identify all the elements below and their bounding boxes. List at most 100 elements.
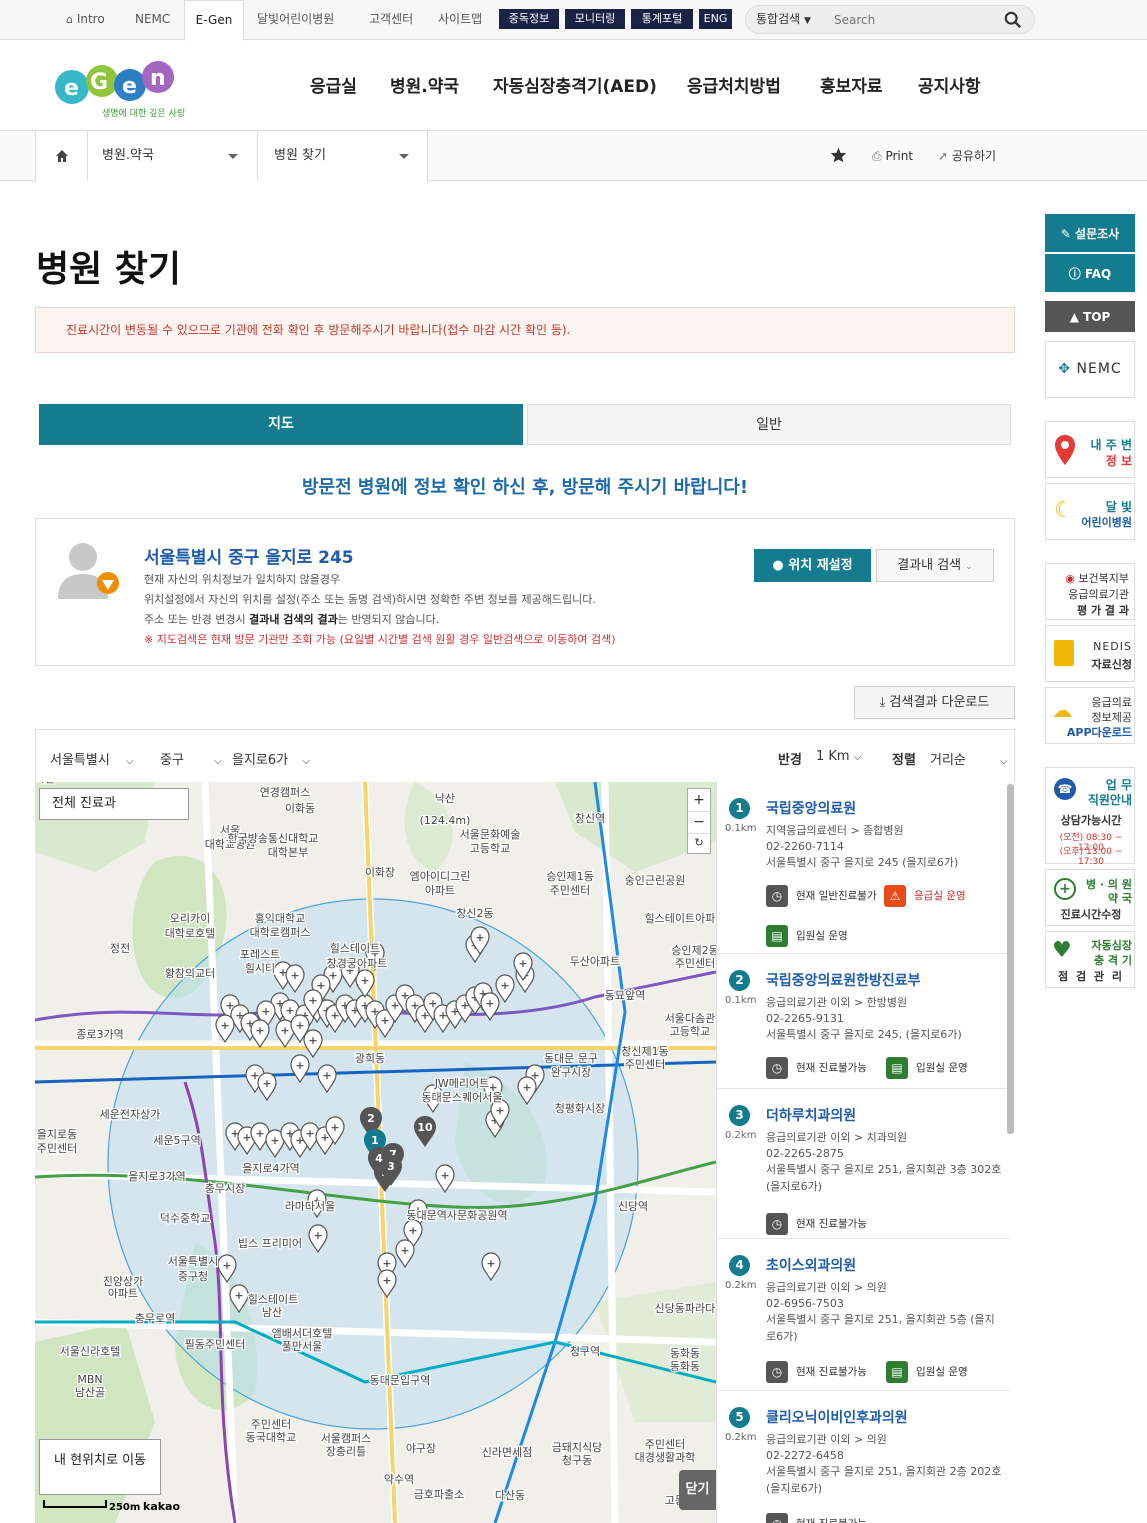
gnb-pr[interactable]: 홍보자료 [820,72,883,97]
sitemap-link[interactable]: 사이트맵 [438,0,482,40]
dong-select[interactable]: 을지로6가 ⌵ [232,749,310,768]
gugun-select[interactable]: 중구 ⌵ [160,749,222,768]
gnb-first-aid[interactable]: 응급처치방법 [687,72,781,97]
result-tel: 02-2265-9131 [766,1012,844,1025]
staff-contact-link[interactable]: ☎ 업 무 직원안내 상담가능시간 (오전) 08:30 ~ 12:00 (오후… [1045,767,1135,867]
map-place-label: 창신2동 [456,907,493,920]
gnb-notice[interactable]: 공지사항 [918,72,981,97]
svg-text:+: + [522,1081,531,1094]
moonlight-hospital-link[interactable]: ☾ 달 빛 어린이병원 [1045,483,1135,540]
result-type: 응급의료기관 이외 > 치과의원 [766,1131,908,1144]
monitoring-button[interactable]: 모니터링 [565,9,625,29]
nedis-request-link[interactable]: NEDIS 자료신청 [1045,625,1135,682]
result-number-badge: 1 [729,798,750,819]
gnb-aed[interactable]: 자동심장충격기(AED) [493,72,657,97]
svg-text:+: + [360,974,369,987]
gnb-hospital[interactable]: 병원.약국 [390,72,459,97]
nemc-link[interactable]: NEMC [135,0,170,40]
zoom-out-button[interactable]: − [688,811,710,833]
chevron-down-icon: ⌄ [965,562,973,572]
map-place-label: 숭인근린공원 [625,874,686,887]
kids-hospital-link[interactable]: 달빛어린이병원 [257,0,334,40]
top-button[interactable]: ▲ TOP [1045,301,1135,332]
clock-icon: ◷ [766,1513,788,1523]
download-results-button[interactable]: ⤓ 검색결과 다운로드 [854,686,1015,719]
results-scrollbar[interactable] [1007,784,1014,1134]
map-place-label: 중구청 [178,1270,208,1283]
result-item[interactable]: 4 0.2km 초이스외과의원 응급의료기관 이외 > 의원 02-6956-7503 서… [717,1239,1009,1391]
search-in-results-button[interactable]: 결과내 검색 ⌄ [876,549,994,582]
breadcrumb-home[interactable] [35,131,87,181]
reset-location-button[interactable]: ● 위치 재설정 [754,549,871,582]
search-input[interactable] [834,10,994,30]
map-place-label: 금호파출소 [414,1488,465,1501]
share-button[interactable]: ➚ 공유하기 [938,131,996,181]
gnb-er[interactable]: 응급실 [310,72,357,97]
favorite-star-icon[interactable] [830,147,847,163]
refresh-icon[interactable]: ↻ [688,833,710,853]
map-place-label: 신당역 [618,1200,648,1213]
svg-text:+: + [330,1121,339,1134]
result-item[interactable]: 5 0.2km 클리오닉이비인후과의원 응급의료기관 이외 > 의원 02-2272-6… [717,1391,1009,1523]
faq-button[interactable]: ⓘ FAQ [1045,254,1135,292]
svg-text:4: 4 [375,1152,383,1165]
breadcrumb-level2[interactable]: 병원 찾기 [257,131,428,181]
hours-edit-link[interactable]: + 병 · 의 원 약 국 진료시간수정 [1045,869,1135,926]
nearby-info-link[interactable]: 내 주 변 정 보 [1045,421,1135,478]
poison-info-button[interactable]: 중독정보 [499,9,559,29]
map-place-label: 동대문입구역 [370,1374,431,1387]
mohw-evaluation-link[interactable]: ◉ 보건복지부 응급의료기관 평 가 결 과 [1045,563,1135,620]
tab-map[interactable]: 지도 [39,404,523,445]
svg-text:+: + [262,1077,271,1090]
result-type: 응급의료기관 이외 > 의원 [766,1281,887,1294]
result-name-link[interactable]: 더하루치과의원 [766,1105,856,1125]
result-name-link[interactable]: 국립중앙의료원한방진료부 [766,970,921,990]
map-place-label: 완구시장 [551,1066,591,1079]
egen-tab[interactable]: E-Gen [184,0,244,41]
result-name-link[interactable]: 초이스외과의원 [766,1255,856,1275]
department-filter-button[interactable]: 전체 진료과 [39,788,189,820]
radius-select[interactable]: 1 Km ⌵ [816,749,861,764]
map-place-label: 풀만서울 [282,1340,322,1353]
customer-center-link[interactable]: 고객센터 [369,0,413,40]
sort-select[interactable]: 거리순 ⌵ [930,749,1008,768]
map-place-label: 주민센터 [645,1438,685,1451]
tab-general[interactable]: 일반 [527,404,1011,445]
result-item[interactable]: 2 0.1km 국립중앙의료원한방진료부 응급의료기관 이외 > 한방병원 02-226… [717,954,1009,1089]
result-number-badge: 4 [729,1255,750,1276]
map-place-label: 한옥마을 [35,782,55,785]
close-map-button[interactable]: 닫기 [679,1470,716,1510]
survey-button[interactable]: ✎ 설문조사 [1045,214,1135,252]
eng-button[interactable]: ENG [699,9,732,29]
map-place-label: 힐스테이트 [330,942,381,955]
my-location-button[interactable]: 내 현위치로 이동 [39,1439,161,1495]
result-status-text: 현재 진료불가능 [796,1366,867,1378]
map-canvas[interactable]: + +++ + + ++ + + ++++++++ + +++++++++ ++ + +++++++ + +… [35,782,716,1523]
visit-notice-heading: 방문전 병원에 정보 확인 하신 후, 방문해 주시기 바랍니다! [301,477,749,498]
aed-check-link[interactable]: ♥ 자동심장 충 격 기 점 검 관 리 [1045,931,1135,988]
zoom-in-button[interactable]: + [688,789,710,811]
result-name-link[interactable]: 국립중앙의료원 [766,798,856,818]
map-place-label: 낙산 [435,792,455,805]
search-icon[interactable] [1004,11,1022,29]
result-item[interactable]: 1 0.1km 국립중앙의료원 지역응급의료센터 > 종합병원 02-2260-7114… [717,782,1009,954]
result-item[interactable]: 3 0.2km 더하루치과의원 응급의료기관 이외 > 치과의원 02-2265-287… [717,1089,1009,1239]
svg-text:+: + [295,1019,304,1032]
stats-portal-button[interactable]: 통계포털 [631,9,693,29]
sido-select[interactable]: 서울특별시 ⌵ [50,749,134,768]
edit-icon: ✎ [1060,227,1071,241]
nemc-quick-link[interactable]: ✥ NEMC [1045,341,1135,398]
map-place-label: 이화동 [285,802,315,815]
intro-link[interactable]: ⌂ Intro [66,0,105,40]
app-download-link[interactable]: ☁ 응급의료 정보제공 APP다운로드 [1045,687,1135,744]
result-status-text: 응급실 운영 [914,890,966,902]
print-button[interactable]: ⎙ Print [872,131,913,181]
result-distance: 0.1km [725,995,757,1006]
search-scope-select[interactable]: 통합검색 ▼ [756,6,811,35]
map-view[interactable]: + + + + + + + + + + + + + + + + + + + + + + + + + + + + + + + + + + + + + + + +… [35,782,716,1523]
egen-logo[interactable]: e G e n 생명에 대한 깊은 사랑 [50,55,190,125]
breadcrumb-level1[interactable]: 병원.약국 [87,131,257,181]
svg-text:+: + [313,1229,322,1242]
print-icon: ⎙ [872,149,882,163]
result-name-link[interactable]: 클리오닉이비인후과의원 [766,1407,908,1427]
